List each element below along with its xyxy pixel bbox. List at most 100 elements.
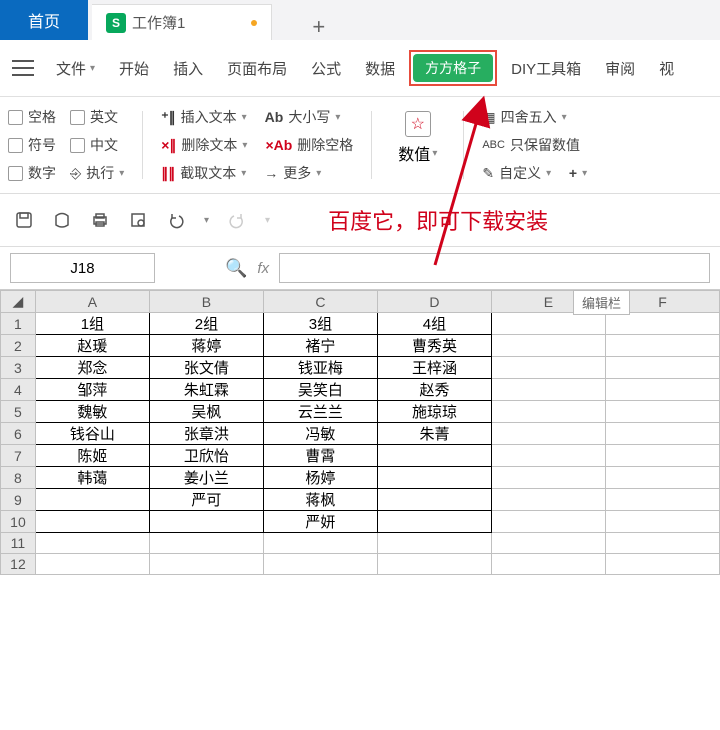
col-header[interactable]: A: [35, 291, 149, 313]
row-header[interactable]: 12: [1, 554, 36, 575]
row-header[interactable]: 9: [1, 489, 36, 511]
cb-english[interactable]: 英文: [70, 107, 118, 127]
sheet-table[interactable]: ◢ A B C D E F 11组2组3组4组2赵瑗蒋婷褚宁曹秀英3郑念张文倩钱…: [0, 290, 720, 575]
btn-case[interactable]: Ab大小写▾: [265, 107, 341, 127]
cell[interactable]: 姜小兰: [149, 467, 263, 489]
name-box[interactable]: J18: [10, 253, 155, 283]
btn-round[interactable]: ▦四舍五入▾: [482, 107, 587, 127]
cell[interactable]: [491, 467, 605, 489]
cell[interactable]: [35, 533, 149, 554]
col-header[interactable]: B: [149, 291, 263, 313]
cell[interactable]: 吴枫: [149, 401, 263, 423]
cell[interactable]: 曹霄: [263, 445, 377, 467]
cell[interactable]: [491, 533, 605, 554]
cb-number[interactable]: 数字: [8, 163, 56, 183]
cell[interactable]: [377, 554, 491, 575]
cell[interactable]: 魏敏: [35, 401, 149, 423]
new-tab-button[interactable]: +: [312, 14, 325, 40]
cell[interactable]: 4组: [377, 313, 491, 335]
menu-ffgz[interactable]: 方方格子: [413, 54, 493, 82]
cell[interactable]: 杨婷: [263, 467, 377, 489]
cb-chinese[interactable]: 中文: [70, 135, 118, 155]
cell[interactable]: 王梓涵: [377, 357, 491, 379]
cell[interactable]: [377, 445, 491, 467]
cell[interactable]: [605, 533, 719, 554]
cell[interactable]: [605, 335, 719, 357]
cell[interactable]: 赵秀: [377, 379, 491, 401]
row-header[interactable]: 8: [1, 467, 36, 489]
row-header[interactable]: 4: [1, 379, 36, 401]
redo-dropdown-icon[interactable]: ▾: [265, 215, 270, 226]
cell[interactable]: 郑念: [35, 357, 149, 379]
cell[interactable]: 韩蔼: [35, 467, 149, 489]
cell[interactable]: [605, 554, 719, 575]
cell[interactable]: 严妍: [263, 511, 377, 533]
menu-diy[interactable]: DIY工具箱: [501, 54, 591, 83]
cb-space[interactable]: 空格: [8, 107, 56, 127]
menu-view[interactable]: 视: [649, 54, 684, 83]
cell[interactable]: 邹萍: [35, 379, 149, 401]
cell[interactable]: 冯敏: [263, 423, 377, 445]
cell[interactable]: [491, 401, 605, 423]
cell[interactable]: 严可: [149, 489, 263, 511]
row-header[interactable]: 2: [1, 335, 36, 357]
btn-more[interactable]: →更多▾: [264, 163, 321, 183]
btn-keep-value[interactable]: ABC只保留数值: [482, 135, 587, 155]
col-header[interactable]: D: [377, 291, 491, 313]
cell[interactable]: [491, 511, 605, 533]
cell[interactable]: 吴笑白: [263, 379, 377, 401]
cell[interactable]: 云兰兰: [263, 401, 377, 423]
formula-input[interactable]: [279, 253, 710, 283]
cell[interactable]: 钱亚梅: [263, 357, 377, 379]
undo-icon[interactable]: [166, 210, 186, 230]
cell[interactable]: 朱虹霖: [149, 379, 263, 401]
menu-start[interactable]: 开始: [109, 54, 159, 83]
cell[interactable]: [35, 554, 149, 575]
cell[interactable]: 蒋枫: [263, 489, 377, 511]
cell[interactable]: [605, 511, 719, 533]
btn-extract-text[interactable]: ∥∥截取文本▾: [161, 163, 246, 183]
cell[interactable]: 施琼琼: [377, 401, 491, 423]
col-header[interactable]: C: [263, 291, 377, 313]
row-header[interactable]: 1: [1, 313, 36, 335]
cell[interactable]: [377, 533, 491, 554]
cell[interactable]: 赵瑗: [35, 335, 149, 357]
cell[interactable]: [491, 335, 605, 357]
menu-insert[interactable]: 插入: [163, 54, 213, 83]
cell[interactable]: 张文倩: [149, 357, 263, 379]
cell[interactable]: [35, 489, 149, 511]
row-header[interactable]: 7: [1, 445, 36, 467]
btn-delete-text[interactable]: ×∥删除文本▾: [161, 135, 247, 155]
row-header[interactable]: 5: [1, 401, 36, 423]
cell[interactable]: [605, 445, 719, 467]
cell[interactable]: [491, 445, 605, 467]
cell[interactable]: [149, 533, 263, 554]
cell[interactable]: [491, 313, 605, 335]
cell[interactable]: 2组: [149, 313, 263, 335]
fx-label[interactable]: fx: [257, 260, 269, 277]
menu-review[interactable]: 审阅: [595, 54, 645, 83]
cell[interactable]: 朱菁: [377, 423, 491, 445]
cell[interactable]: [377, 489, 491, 511]
cell[interactable]: 陈姬: [35, 445, 149, 467]
undo-dropdown-icon[interactable]: ▾: [204, 215, 209, 226]
redo-icon[interactable]: [227, 210, 247, 230]
menu-formula[interactable]: 公式: [301, 54, 351, 83]
btn-custom[interactable]: ✎自定义▾ +▾: [482, 163, 587, 183]
cell[interactable]: [377, 467, 491, 489]
cell[interactable]: 卫欣怡: [149, 445, 263, 467]
cell[interactable]: [491, 423, 605, 445]
cell[interactable]: [491, 489, 605, 511]
row-header[interactable]: 3: [1, 357, 36, 379]
cell[interactable]: [605, 467, 719, 489]
row-header[interactable]: 10: [1, 511, 36, 533]
row-header[interactable]: 6: [1, 423, 36, 445]
cell[interactable]: 张章洪: [149, 423, 263, 445]
cell[interactable]: [491, 357, 605, 379]
cell[interactable]: 褚宁: [263, 335, 377, 357]
cell[interactable]: [491, 554, 605, 575]
cell[interactable]: 蒋婷: [149, 335, 263, 357]
cell[interactable]: [263, 554, 377, 575]
cell[interactable]: [605, 357, 719, 379]
cell[interactable]: [605, 401, 719, 423]
